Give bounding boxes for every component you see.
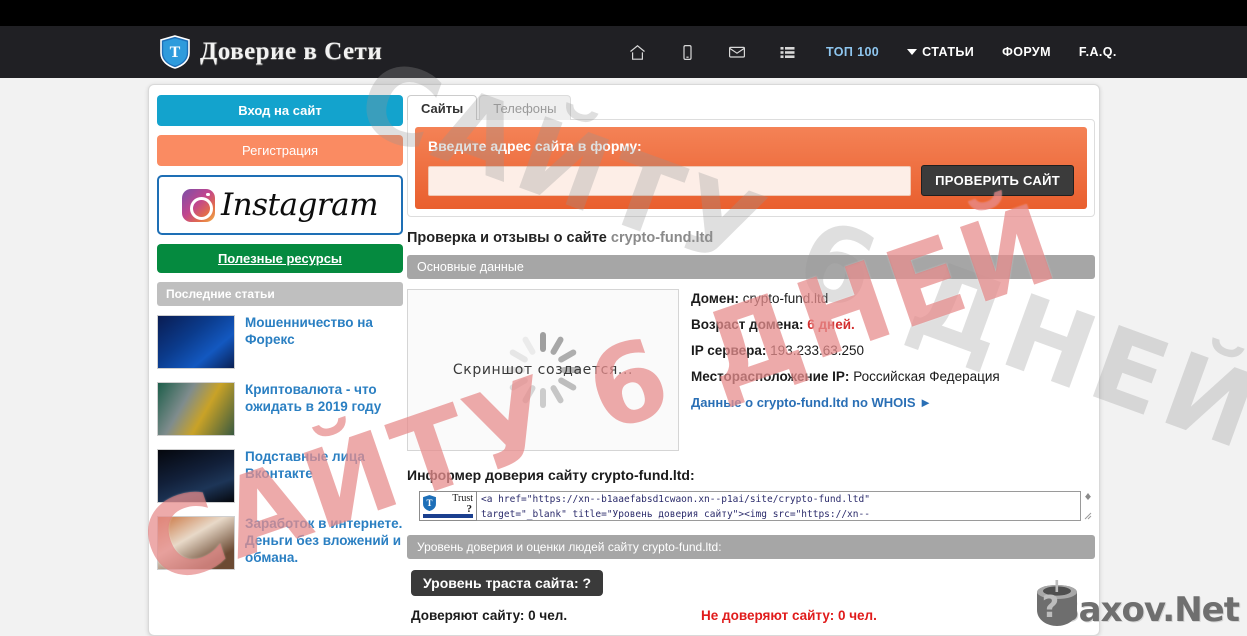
useful-resources-button[interactable]: Полезные ресурсы (157, 244, 403, 273)
nav-link-top100[interactable]: ТОП 100 (812, 26, 893, 78)
trust-badge-bar (423, 514, 473, 518)
instagram-banner[interactable]: Instagram (157, 175, 403, 235)
main-content: Сайты Телефоны Введите адрес сайта в фор… (407, 93, 1095, 623)
screenshot-placeholder-text: Скриншот создается... (452, 362, 634, 378)
mobile-icon[interactable] (662, 26, 712, 78)
brand-title: Доверие в Сети (200, 38, 383, 65)
mail-icon[interactable] (712, 26, 762, 78)
search-panel: Введите адрес сайта в форму: ПРОВЕРИТЬ С… (407, 119, 1095, 217)
fact-domain-age-value: 6 дней. (807, 317, 855, 332)
nav-link-top100-label: ТОП 100 (826, 45, 880, 59)
article-thumbnail (157, 315, 235, 369)
brand-logo[interactable]: T Доверие в Сети (160, 26, 382, 78)
register-button[interactable]: Регистрация (157, 135, 403, 166)
list-item[interactable]: Подставные лица Вконтакте (157, 449, 403, 503)
nav-link-articles-label: СТАТЬИ (922, 45, 975, 59)
list-item[interactable]: Заработок в интернете. Деньги без вложен… (157, 516, 403, 570)
login-button[interactable]: Вход на сайт (157, 95, 403, 126)
letterbox-top (0, 0, 1247, 26)
instagram-label: Instagram (220, 187, 379, 223)
trust-chip-row: Уровень траста сайта: ? (407, 570, 1095, 596)
trust-badge: T Trust ? (419, 491, 477, 521)
fact-domain-age-label: Возраст домена: (691, 317, 804, 332)
list-item[interactable]: Криптовалюта - что ожидать в 2019 году (157, 382, 403, 436)
article-title: Заработок в интернете. Деньги без вложен… (245, 516, 403, 565)
nav-link-articles[interactable]: СТАТЬИ (893, 26, 988, 78)
fact-server-ip-value: 193.233.63.250 (770, 343, 865, 358)
search-label: Введите адрес сайта в форму: (428, 138, 642, 154)
main-navigation: ТОП 100 СТАТЬИ ФОРУМ F.A.Q. (612, 26, 1131, 78)
fact-domain-value: crypto-fund.ltd (742, 291, 829, 306)
tab-bar: Сайты Телефоны (407, 93, 1095, 120)
shield-badge-icon: T (422, 494, 437, 513)
trust-section-heading: Уровень доверия и оценки людей сайту cry… (407, 535, 1095, 559)
trust-level-chip: Уровень траста сайта: ? (411, 570, 604, 596)
screenshot-placeholder-box: Скриншот создается... (407, 289, 679, 451)
tab-phones[interactable]: Телефоны (479, 95, 571, 120)
informer-row: T Trust ? <a href="https://xn--b1aaefabs… (419, 491, 1095, 521)
instagram-icon (181, 188, 215, 222)
informer-title: Информер доверия сайту crypto-fund.ltd: (407, 467, 695, 483)
informer-code-textarea[interactable]: <a href="https://xn--b1aaefabsd1cwaon.xn… (477, 491, 1081, 521)
search-panel-inner: Введите адрес сайта в форму: ПРОВЕРИТЬ С… (415, 127, 1087, 209)
home-icon[interactable] (612, 26, 662, 78)
chevron-down-icon (907, 49, 918, 55)
site-header: T Доверие в Сети ТОП 100 СТАТЬИ ФОРУМ F.… (0, 26, 1247, 78)
svg-text:T: T (426, 498, 432, 508)
search-input[interactable] (428, 165, 912, 196)
fact-server-ip-label: IP сервера: (691, 343, 767, 358)
tab-sites[interactable]: Сайты (407, 95, 478, 120)
fact-server-ip: IP сервера: 193.233.63.250 (691, 343, 1000, 358)
votes-row: Доверяют сайту: 0 чел. Не доверяют сайту… (407, 608, 1095, 623)
page-title-prefix: Проверка и отзывы о сайте (407, 230, 611, 246)
fact-domain-label: Домен: (691, 291, 739, 306)
fact-ip-location: Месторасположение IP: Российская Федерац… (691, 369, 1000, 384)
shield-logo-icon: T (160, 35, 190, 69)
domain-facts: Домен: crypto-fund.ltd Возраст домена: 6… (691, 289, 1000, 451)
article-thumbnail (157, 516, 235, 570)
list-icon[interactable] (762, 26, 812, 78)
fact-ip-location-value: Российская Федерация (853, 369, 1000, 384)
article-title: Мошенничество на Форекс (245, 315, 373, 347)
list-item[interactable]: Мошенничество на Форекс (157, 315, 403, 369)
search-row: ПРОВЕРИТЬ САЙТ (428, 165, 1074, 196)
svg-text:T: T (170, 44, 181, 61)
article-thumbnail (157, 449, 235, 503)
sidebar: Вход на сайт Регистрация Instagram Полез… (157, 95, 403, 583)
whois-link[interactable]: Данные о crypto-fund.ltd no WHOIS ► (691, 395, 932, 410)
check-site-button[interactable]: ПРОВЕРИТЬ САЙТ (921, 165, 1074, 196)
scroll-up-icon (1085, 493, 1091, 500)
content-card: Вход на сайт Регистрация Instagram Полез… (148, 84, 1100, 636)
article-thumbnail (157, 382, 235, 436)
fact-domain: Домен: crypto-fund.ltd (691, 291, 1000, 306)
basic-data-row: Скриншот создается... Домен: crypto-fund… (407, 289, 1095, 451)
basic-data-heading: Основные данные (407, 255, 1095, 279)
article-title: Криптовалюта - что ожидать в 2019 году (245, 382, 382, 414)
resize-grip-icon (1084, 512, 1092, 520)
latest-articles-heading: Последние статьи (157, 282, 403, 306)
textarea-scrollbar[interactable] (1081, 491, 1095, 521)
page-title: Проверка и отзывы о сайте crypto-fund.lt… (407, 230, 1095, 246)
votes-trust-count: Доверяют сайту: 0 чел. (411, 608, 568, 623)
votes-distrust-count: Не доверяют сайту: 0 чел. (701, 608, 877, 623)
nav-link-faq-label: F.A.Q. (1078, 45, 1117, 59)
nav-link-forum-label: ФОРУМ (1002, 45, 1051, 59)
fact-domain-age: Возраст домена: 6 дней. (691, 317, 1000, 332)
nav-link-faq[interactable]: F.A.Q. (1065, 26, 1131, 78)
page-title-domain: crypto-fund.ltd (610, 230, 714, 246)
screenshot-root: T Доверие в Сети ТОП 100 СТАТЬИ ФОРУМ F.… (0, 0, 1247, 636)
nav-link-forum[interactable]: ФОРУМ (988, 26, 1065, 78)
article-title: Подставные лица Вконтакте (245, 449, 365, 481)
fact-ip-location-label: Месторасположение IP: (691, 369, 850, 384)
